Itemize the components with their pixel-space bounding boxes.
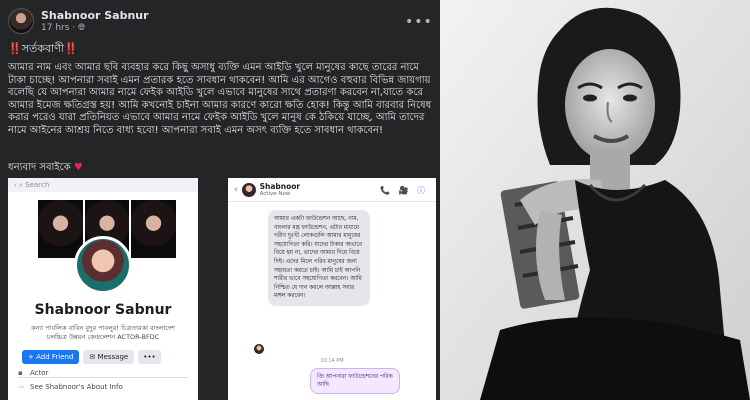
post-time[interactable]: 17 hrs · 🌐︎ — [41, 23, 149, 33]
ellipsis-icon: ⋯ — [18, 383, 25, 391]
author-avatar[interactable] — [8, 8, 34, 34]
warning-icon: ‼️ — [8, 42, 22, 55]
chat-timestamp: 10:14 PM — [320, 358, 344, 364]
message-label: Message — [97, 353, 129, 361]
info-actor: ▪ Actor — [18, 369, 48, 377]
author-name[interactable]: Shabnoor Sabnur — [41, 9, 149, 22]
profile-screenshot: ‹ ⌕ Search Shabnoor Sabnur কন্যা পাবলিক … — [8, 178, 198, 400]
facebook-post: Shabnoor Sabnur 17 hrs · 🌐︎ ••• ‼️সর্তকব… — [0, 0, 440, 400]
cover-photo-image — [38, 200, 83, 258]
divider — [18, 377, 188, 378]
add-user-icon: + — [28, 353, 34, 361]
warning-title: সর্তকবাণী — [21, 42, 65, 55]
chat-screenshot: ‹ Shabnoor Active Now 📞 🎥 ⓘ আমার একটা ফা… — [228, 178, 436, 400]
back-icon: ‹ — [234, 184, 238, 195]
chat-name: Shabnoor — [259, 182, 301, 191]
chat-message-bubble: আমার একটা ফাউন্ডেশন আছে, নাম, বাংলার মন্… — [268, 210, 370, 306]
profile-name: Shabnoor Sabnur — [34, 302, 172, 318]
info-about-text: See Shabnoor's About Info — [30, 383, 123, 391]
cover-photo-image — [131, 200, 177, 258]
more-button: ••• — [138, 350, 161, 364]
profile-bio: কন্যা পাবলিক বাবিন বুদুর পাবলুর! চিত্রতা… — [31, 324, 175, 341]
chat-status: Active Now — [259, 191, 291, 197]
search-icon: ⌕ — [19, 180, 23, 189]
portrait-photo — [440, 0, 750, 400]
post-time-text[interactable]: 17 hrs — [41, 23, 69, 33]
add-friend-label: Add Friend — [36, 353, 74, 361]
warning-icon: ‼️ — [64, 42, 78, 55]
chat-header-icons: 📞 🎥 ⓘ — [379, 186, 428, 195]
search-bar: ‹ ⌕ Search — [8, 178, 198, 192]
back-icon: ‹ — [14, 181, 17, 189]
thanks-text: ধন্যবাদ সবাইকে — [8, 162, 71, 173]
info-about: ⋯ See Shabnoor's About Info — [18, 383, 123, 391]
heart-icon: ♥ — [73, 162, 83, 173]
chat-mini-avatar — [254, 344, 264, 354]
profile-actions: + Add Friend ✉ Message ••• — [22, 350, 161, 364]
post-header: Shabnoor Sabnur 17 hrs · 🌐︎ — [8, 8, 149, 34]
search-placeholder: Search — [25, 181, 50, 189]
post-warning: ‼️সর্তকবাণী‼️ — [8, 40, 78, 59]
info-actor-text: Actor — [30, 369, 49, 377]
portrait-image — [440, 0, 750, 400]
chat-reply-bubble: জি আপনারা ফাউন্ডেশনের পরিক আছি — [310, 368, 400, 394]
profile-picture — [74, 236, 132, 294]
message-button: ✉ Message — [83, 350, 135, 364]
add-friend-button: + Add Friend — [22, 350, 80, 364]
chat-avatar — [241, 182, 256, 197]
chat-header: ‹ Shabnoor Active Now 📞 🎥 ⓘ — [228, 178, 436, 202]
ellipsis-icon[interactable]: ••• — [405, 14, 433, 30]
globe-icon: 🌐︎ — [78, 23, 86, 33]
post-thanks: ধন্যবাদ সবাইকে ♥ — [8, 160, 83, 177]
post-body: আমার নাম এবং আমার ছবি ব্যবহার করে কিছু অ… — [8, 62, 432, 136]
messenger-icon: ✉ — [89, 353, 96, 361]
briefcase-icon: ▪ — [18, 369, 23, 377]
